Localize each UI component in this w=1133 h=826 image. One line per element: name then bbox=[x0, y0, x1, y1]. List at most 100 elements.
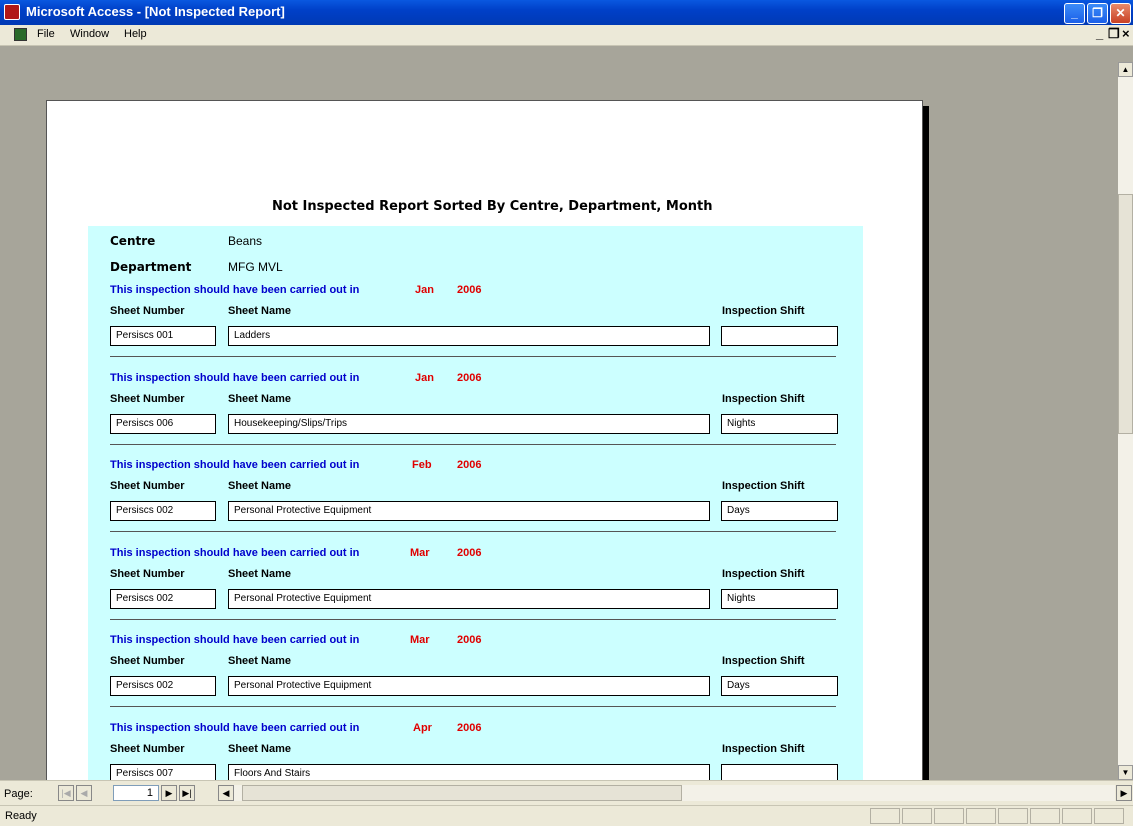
sheet-name-header: Sheet Name bbox=[228, 393, 291, 405]
scroll-up-arrow-icon[interactable]: ▲ bbox=[1118, 62, 1133, 77]
previous-page-button[interactable]: ◀ bbox=[76, 785, 92, 801]
centre-label: Centre bbox=[110, 234, 156, 248]
sheet-number-field: Persiscs 002 bbox=[110, 589, 216, 609]
title-bar: Microsoft Access - [Not Inspected Report… bbox=[0, 0, 1133, 25]
sheet-name-field: Ladders bbox=[228, 326, 710, 346]
report-title: Not Inspected Report Sorted By Centre, D… bbox=[272, 199, 713, 214]
first-page-button[interactable]: |◀ bbox=[58, 785, 74, 801]
menu-bar: File Window Help _ ❐ × bbox=[0, 25, 1133, 46]
page-label: Page: bbox=[4, 788, 33, 800]
menu-file[interactable]: File bbox=[37, 28, 55, 40]
inspection-group: This inspection should have been carried… bbox=[88, 722, 863, 780]
mdi-restore-button[interactable]: ❐ bbox=[1108, 26, 1120, 42]
inspection-shift-field: Days bbox=[721, 501, 838, 521]
window-title: Microsoft Access - [Not Inspected Report… bbox=[26, 4, 285, 19]
last-page-button[interactable]: ▶| bbox=[179, 785, 195, 801]
page-number-input[interactable]: 1 bbox=[113, 785, 159, 801]
report-page: Not Inspected Report Sorted By Centre, D… bbox=[46, 100, 923, 780]
inspection-year: 2006 bbox=[457, 459, 482, 471]
inspection-shift-field bbox=[721, 764, 838, 780]
restore-button[interactable]: ❐ bbox=[1087, 3, 1108, 24]
vertical-scroll-thumb[interactable] bbox=[1118, 194, 1133, 434]
sheet-name-header: Sheet Name bbox=[228, 743, 291, 755]
sheet-name-field: Personal Protective Equipment bbox=[228, 501, 710, 521]
inspection-shift-field: Days bbox=[721, 676, 838, 696]
group-divider bbox=[110, 356, 836, 357]
inspection-group: This inspection should have been carried… bbox=[88, 459, 863, 547]
inspection-month: Jan bbox=[415, 372, 434, 384]
sheet-number-header: Sheet Number bbox=[110, 305, 185, 317]
centre-value: Beans bbox=[228, 234, 263, 248]
minimize-button[interactable]: _ bbox=[1064, 3, 1085, 24]
inspection-shift-header: Inspection Shift bbox=[722, 393, 805, 405]
mdi-close-button[interactable]: × bbox=[1122, 26, 1130, 41]
inspection-shift-field bbox=[721, 326, 838, 346]
inspection-group: This inspection should have been carried… bbox=[88, 372, 863, 460]
status-indicator bbox=[998, 808, 1028, 824]
inspection-shift-field: Nights bbox=[721, 414, 838, 434]
inspection-shift-header: Inspection Shift bbox=[722, 305, 805, 317]
sheet-number-field: Persiscs 002 bbox=[110, 501, 216, 521]
sheet-number-field: Persiscs 001 bbox=[110, 326, 216, 346]
department-value: MFG MVL bbox=[228, 260, 283, 274]
report-document-icon[interactable] bbox=[14, 28, 27, 41]
inspection-year: 2006 bbox=[457, 372, 482, 384]
inspection-message: This inspection should have been carried… bbox=[110, 634, 360, 646]
menu-window[interactable]: Window bbox=[70, 28, 109, 40]
status-text: Ready bbox=[5, 810, 37, 822]
horizontal-scroll-thumb[interactable] bbox=[242, 785, 682, 801]
inspection-group: This inspection should have been carried… bbox=[88, 547, 863, 635]
scroll-right-arrow-icon[interactable]: ▶ bbox=[1116, 785, 1132, 801]
sheet-name-header: Sheet Name bbox=[228, 305, 291, 317]
inspection-month: Jan bbox=[415, 284, 434, 296]
status-indicator bbox=[902, 808, 932, 824]
sheet-name-header: Sheet Name bbox=[228, 480, 291, 492]
sheet-name-header: Sheet Name bbox=[228, 655, 291, 667]
sheet-name-field: Floors And Stairs bbox=[228, 764, 710, 780]
sheet-number-field: Persiscs 007 bbox=[110, 764, 216, 780]
inspection-shift-field: Nights bbox=[721, 589, 838, 609]
scroll-down-arrow-icon[interactable]: ▼ bbox=[1118, 765, 1133, 780]
horizontal-scrollbar[interactable]: ◀ bbox=[218, 785, 1115, 801]
inspection-year: 2006 bbox=[457, 284, 482, 296]
inspection-group: This inspection should have been carried… bbox=[88, 634, 863, 722]
status-indicator bbox=[870, 808, 900, 824]
group-divider bbox=[110, 619, 836, 620]
status-indicator bbox=[1030, 808, 1060, 824]
sheet-name-field: Housekeeping/Slips/Trips bbox=[228, 414, 710, 434]
access-app-icon[interactable] bbox=[4, 4, 20, 20]
inspection-year: 2006 bbox=[457, 722, 482, 734]
inspection-message: This inspection should have been carried… bbox=[110, 284, 360, 296]
next-page-button[interactable]: ▶ bbox=[161, 785, 177, 801]
scroll-left-arrow-icon[interactable]: ◀ bbox=[218, 785, 234, 801]
report-detail-band: Centre Beans Department MFG MVL This ins… bbox=[88, 226, 863, 780]
sheet-number-header: Sheet Number bbox=[110, 743, 185, 755]
menu-help[interactable]: Help bbox=[124, 28, 147, 40]
status-indicator bbox=[934, 808, 964, 824]
inspection-message: This inspection should have been carried… bbox=[110, 459, 360, 471]
record-navigation-bar: Page: |◀ ◀ 1 ▶ ▶| ◀ ▶ bbox=[0, 780, 1133, 806]
inspection-month: Feb bbox=[412, 459, 432, 471]
group-divider bbox=[110, 531, 836, 532]
close-button[interactable]: ✕ bbox=[1110, 3, 1131, 24]
sheet-name-field: Personal Protective Equipment bbox=[228, 589, 710, 609]
sheet-name-field: Personal Protective Equipment bbox=[228, 676, 710, 696]
vertical-scrollbar[interactable]: ▲ ▼ bbox=[1118, 62, 1133, 780]
inspection-shift-header: Inspection Shift bbox=[722, 480, 805, 492]
inspection-month: Mar bbox=[410, 547, 430, 559]
status-bar: Ready bbox=[0, 805, 1133, 826]
sheet-number-header: Sheet Number bbox=[110, 393, 185, 405]
status-indicator bbox=[966, 808, 996, 824]
mdi-minimize-button[interactable]: _ bbox=[1096, 26, 1103, 41]
group-divider bbox=[110, 706, 836, 707]
report-preview-area: Not Inspected Report Sorted By Centre, D… bbox=[0, 46, 1118, 780]
sheet-number-field: Persiscs 006 bbox=[110, 414, 216, 434]
status-indicator bbox=[1094, 808, 1124, 824]
inspection-message: This inspection should have been carried… bbox=[110, 722, 360, 734]
inspection-shift-header: Inspection Shift bbox=[722, 743, 805, 755]
sheet-number-header: Sheet Number bbox=[110, 480, 185, 492]
inspection-shift-header: Inspection Shift bbox=[722, 655, 805, 667]
inspection-shift-header: Inspection Shift bbox=[722, 568, 805, 580]
inspection-month: Mar bbox=[410, 634, 430, 646]
group-divider bbox=[110, 444, 836, 445]
